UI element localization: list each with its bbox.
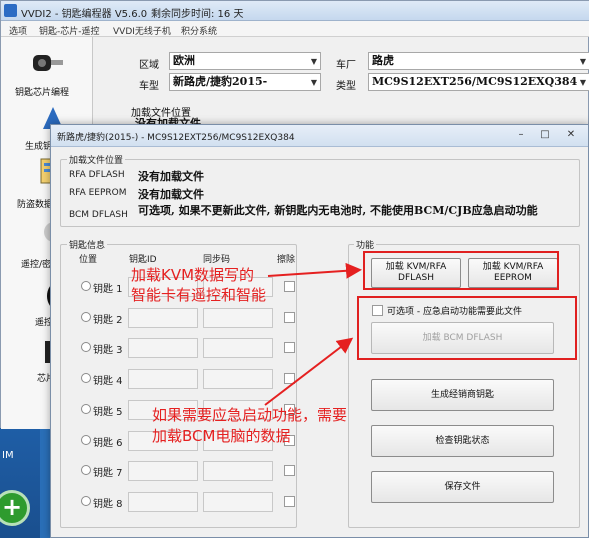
rfa-dflash-label: RFA DFLASH: [69, 170, 125, 180]
key-row: 钥匙 2: [51, 307, 295, 330]
region-label: 区域: [139, 60, 159, 71]
highlight-kvm-buttons: [363, 251, 559, 290]
key-id-field[interactable]: [128, 369, 198, 390]
chevron-down-icon: ▼: [579, 56, 586, 66]
maximize-button[interactable]: □: [535, 127, 555, 143]
region-value: 欧洲: [173, 54, 195, 67]
bcm-dflash-value: 可选项, 如果不更新此文件, 新钥匙内无电池时, 不能使用BCM/CJB应急启动…: [138, 204, 538, 217]
type-label: 类型: [336, 81, 356, 92]
sync-code-field[interactable]: [203, 307, 273, 328]
key-id-field[interactable]: [128, 338, 198, 359]
model-label: 车型: [139, 81, 159, 92]
key-label: 钥匙 4: [93, 376, 123, 388]
menu-vvdi-wireless[interactable]: VVDI无线子机: [113, 24, 171, 37]
annotation-kvm-line2: 智能卡有遥控和智能: [131, 286, 267, 304]
col-position: 位置: [79, 255, 98, 265]
key-id-field[interactable]: [128, 491, 198, 512]
key-id-field[interactable]: [128, 307, 198, 328]
title-bar: VVDI2 - 钥匙编程器 V5.6.0 剩余同步时间: 16 天: [1, 1, 589, 21]
car-key-icon: [33, 55, 63, 71]
annotation-bcm-line1: 如果需要应急启动功能，需要: [152, 406, 348, 424]
key-radio[interactable]: [81, 281, 91, 291]
annotation-bcm-line2: 加载BCM电脑的数据: [152, 427, 291, 445]
menu-key-chip-remote[interactable]: 钥匙-芯片-遥控: [39, 24, 100, 37]
generate-dealer-key-button[interactable]: 生成经销商钥匙: [371, 379, 554, 411]
app-icon: [4, 4, 17, 17]
rfa-eeprom-value: 没有加载文件: [138, 188, 204, 201]
desktop-icon-label: IM: [2, 450, 14, 461]
col-erase: 擦除: [277, 255, 296, 265]
sync-code-field[interactable]: [203, 461, 273, 482]
func-group-title: 功能: [354, 238, 377, 251]
key-label: 钥匙 8: [93, 498, 123, 510]
sidebar-item-key-chip[interactable]: 钥匙芯片编程: [15, 45, 79, 101]
annotation-kvm-line1: 加载KVM数据写的: [131, 266, 255, 284]
region-select[interactable]: 欧洲 ▼: [169, 52, 321, 70]
erase-checkbox[interactable]: [284, 342, 295, 354]
menu-points[interactable]: 积分系统: [181, 24, 217, 37]
model-select[interactable]: 新路虎/捷豹2015- ▼: [169, 73, 321, 91]
check-key-status-button[interactable]: 检查钥匙状态: [371, 425, 554, 457]
key-id-field[interactable]: [128, 461, 198, 482]
key-label: 钥匙 6: [93, 437, 123, 449]
sync-remaining: 剩余同步时间: 16 天: [151, 9, 244, 20]
key-label: 钥匙 2: [93, 314, 123, 326]
highlight-bcm-area: [357, 296, 577, 360]
col-key-id: 钥匙ID: [129, 255, 157, 265]
file-group-title: 加载文件位置: [67, 153, 126, 166]
bcm-dflash-label: BCM DFLASH: [69, 210, 128, 220]
chevron-down-icon: ▼: [579, 77, 586, 87]
dialog-title: 新路虎/捷豹(2015-) - MC9S12EXT256/MC9S12EXQ38…: [57, 133, 295, 143]
sync-code-field[interactable]: [203, 491, 273, 512]
key-radio[interactable]: [81, 311, 91, 322]
key-row: 钥匙 8: [51, 491, 295, 514]
make-value: 路虎: [372, 54, 394, 67]
chevron-down-icon: ▼: [310, 77, 317, 87]
sync-code-field[interactable]: [203, 338, 273, 359]
key-label: 钥匙 1: [93, 284, 123, 295]
key-label: 钥匙 5: [93, 406, 123, 418]
close-button[interactable]: ✕: [561, 127, 581, 143]
chevron-down-icon: ▼: [310, 56, 317, 66]
key-label: 钥匙 3: [93, 345, 123, 357]
model-value: 新路虎/捷豹2015-: [173, 75, 268, 88]
make-label: 车厂: [336, 60, 356, 71]
type-value: MC9S12EXT256/MC9S12EXQ384: [372, 75, 578, 88]
key-label: 钥匙 7: [93, 468, 123, 480]
sync-code-field[interactable]: [203, 369, 273, 390]
rfa-eeprom-label: RFA EEPROM: [69, 188, 127, 198]
key-row: 钥匙 7: [51, 461, 295, 483]
key-group-title: 钥匙信息: [67, 238, 108, 251]
make-select[interactable]: 路虎 ▼: [368, 52, 589, 70]
menu-options[interactable]: 选项: [9, 24, 27, 37]
key-radio[interactable]: [81, 465, 91, 476]
erase-checkbox[interactable]: [284, 373, 295, 385]
col-sync-code: 同步码: [203, 255, 231, 265]
key-radio[interactable]: [81, 373, 91, 384]
key-radio[interactable]: [81, 403, 91, 414]
window-title: VVDI2 - 钥匙编程器 V5.6.0: [21, 9, 148, 20]
dialog-title-bar: 新路虎/捷豹(2015-) - MC9S12EXT256/MC9S12EXQ38…: [51, 125, 588, 147]
minimize-button[interactable]: –: [511, 127, 531, 143]
key-row: 钥匙 4: [51, 369, 295, 391]
key-row: 钥匙 3: [51, 338, 295, 360]
key-radio[interactable]: [81, 495, 91, 506]
key-radio[interactable]: [81, 434, 91, 445]
type-select[interactable]: MC9S12EXT256/MC9S12EXQ384 ▼: [368, 73, 589, 91]
erase-checkbox[interactable]: [284, 311, 295, 323]
erase-checkbox[interactable]: [284, 465, 295, 477]
key-radio[interactable]: [81, 342, 91, 353]
erase-checkbox[interactable]: [284, 281, 295, 292]
rfa-dflash-value: 没有加载文件: [138, 170, 204, 183]
save-file-button[interactable]: 保存文件: [371, 471, 554, 503]
erase-checkbox[interactable]: [284, 495, 295, 507]
